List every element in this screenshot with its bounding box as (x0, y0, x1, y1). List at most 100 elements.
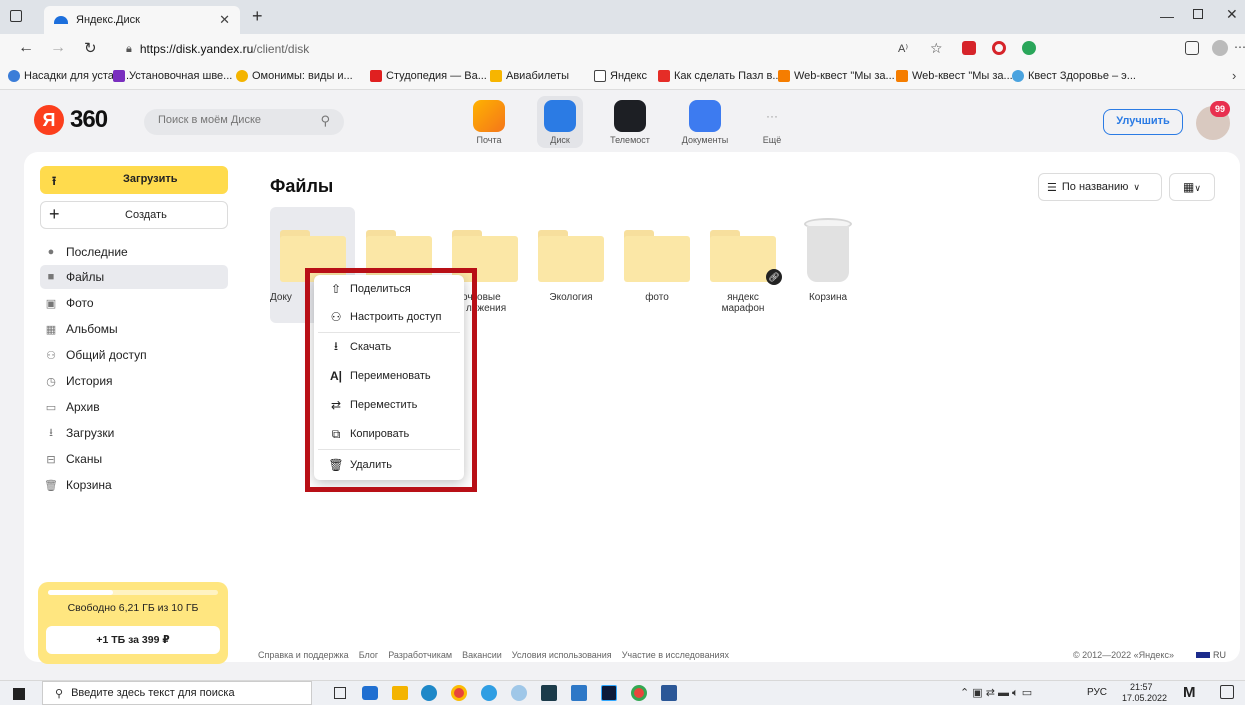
storage-text: Свободно 6,21 ГБ из 10 ГБ (67, 602, 199, 614)
language-switch[interactable]: RU (1196, 650, 1226, 660)
windows-start-icon[interactable] (13, 688, 25, 700)
blogger-icon (778, 70, 790, 82)
telegram-icon[interactable] (481, 685, 497, 701)
back-arrow-icon[interactable]: ← (18, 39, 34, 57)
upload-button[interactable]: ⭱ Загрузить (40, 166, 228, 194)
notifications-icon[interactable] (1220, 685, 1234, 699)
footer-link[interactable]: Вакансии (462, 650, 502, 660)
taskbar-search[interactable]: ⚲ Введите здесь текст для поиска (42, 681, 312, 705)
page-icon (594, 70, 606, 82)
favorite-star-icon[interactable]: ☆ (930, 40, 943, 57)
sidebar-item-files[interactable]: ■ Файлы (40, 265, 228, 289)
opera-extension-icon[interactable] (992, 41, 1006, 55)
bookmark-item[interactable]: Web-квест "Мы за... (896, 70, 1013, 82)
logo-360-text: 360 (70, 106, 108, 133)
chevron-down-icon: ∨ (1133, 181, 1140, 192)
file-explorer-icon[interactable] (392, 686, 408, 700)
chevron-down-icon: ∨ (1194, 183, 1201, 193)
sidebar-item-scans[interactable]: ⊟ Сканы (40, 447, 228, 471)
photos-icon[interactable] (571, 685, 587, 701)
reload-icon[interactable]: ↻ (84, 39, 97, 57)
sort-dropdown[interactable]: ☰ По названию ∨ (1038, 173, 1162, 201)
sun-icon (236, 70, 248, 82)
bookmark-item[interactable]: Студопедия — Ва... (370, 70, 487, 82)
sidebar-item-recent[interactable]: ● Последние (40, 240, 228, 264)
service-documents[interactable]: Документы (675, 100, 735, 145)
blogger-icon (896, 70, 908, 82)
terminal-icon[interactable] (541, 685, 557, 701)
upgrade-button[interactable]: Улучшить (1103, 109, 1183, 135)
disk-icon (544, 100, 576, 132)
bookmark-item[interactable]: Омонимы: виды и... (236, 70, 353, 82)
read-aloud-icon[interactable]: A⁾ (898, 42, 908, 55)
tab-actions-icon[interactable] (10, 10, 22, 22)
highlight-frame (305, 268, 477, 492)
paint-icon[interactable] (511, 685, 527, 701)
browser-tab[interactable]: Яндекс.Диск ✕ (44, 6, 240, 34)
collections-icon[interactable] (1185, 41, 1199, 55)
bookmarks-more-icon[interactable]: › (1232, 68, 1236, 83)
footer-link[interactable]: Разработчикам (388, 650, 452, 660)
sidebar-item-history[interactable]: ◷ История (40, 369, 228, 393)
extension-green-icon[interactable] (1022, 41, 1036, 55)
clock-date: 17.05.2022 (1122, 693, 1168, 703)
browser-tabbar: Яндекс.Диск ✕ + — ✕ (0, 0, 1245, 34)
system-tray-icons[interactable]: ⌃ ▣ ⇄ ▬ 🔈︎ ▭ (960, 686, 1032, 700)
offer-button[interactable]: +1 ТБ за 399 ₽ (46, 626, 220, 654)
address-field[interactable]: 🔒︎ https://disk.yandex.ru/client/disk (126, 38, 886, 60)
chrome-alt-icon[interactable] (631, 685, 647, 701)
keyboard-language[interactable]: РУС (1087, 687, 1107, 698)
bookmark-item[interactable]: Авиабилеты (490, 70, 569, 82)
view-mode-dropdown[interactable]: ▦∨ (1169, 173, 1215, 201)
taskbar-app-icon[interactable] (362, 686, 378, 700)
task-view-icon[interactable] (334, 687, 346, 699)
folder-ecology[interactable] (538, 230, 604, 282)
create-button[interactable]: + Создать (40, 201, 228, 229)
photo-icon: ▣ (45, 297, 57, 310)
sidebar-item-shared[interactable]: ⚇ Общий доступ (40, 343, 228, 367)
edge-icon[interactable] (421, 685, 437, 701)
service-telemost[interactable]: Телемост (605, 100, 655, 145)
bookmark-item[interactable]: Насадки для устан... (8, 70, 129, 82)
yandex-360-logo[interactable]: Я 360 (34, 105, 108, 135)
search-box[interactable]: ⚲ (144, 109, 344, 135)
word-icon[interactable] (661, 685, 677, 701)
footer-link[interactable]: Блог (359, 650, 378, 660)
sidebar-item-albums[interactable]: ▦ Альбомы (40, 317, 228, 341)
bookmark-item[interactable]: Установочная шве... (113, 70, 232, 82)
search-icon[interactable]: ⚲ (320, 113, 330, 129)
sort-icon: ☰ (1047, 181, 1057, 194)
close-window-icon[interactable]: ✕ (1226, 6, 1238, 23)
bookmark-item[interactable]: Как сделать Пазл в... (658, 70, 782, 82)
app-m-icon[interactable]: M (1183, 684, 1196, 701)
extension-red-icon[interactable] (962, 41, 976, 55)
minimize-icon[interactable]: — (1160, 8, 1174, 24)
profile-avatar-icon[interactable] (1212, 40, 1228, 56)
shared-icon: ⚇ (46, 349, 56, 362)
chrome-icon[interactable] (451, 685, 467, 701)
sidebar-item-photo[interactable]: ▣ Фото (40, 291, 228, 315)
footer-link[interactable]: Участие в исследованиях (622, 650, 729, 660)
restore-icon[interactable] (1193, 9, 1203, 19)
service-mail[interactable]: Почта (464, 100, 514, 145)
footer-link[interactable]: Справка и поддержка (258, 650, 349, 660)
search-input[interactable] (158, 114, 308, 126)
sidebar-item-downloads[interactable]: ⭳ Загрузки (40, 421, 228, 445)
service-disk[interactable]: Диск (535, 96, 585, 148)
forward-arrow-icon[interactable]: → (50, 39, 66, 57)
folder-photo[interactable] (624, 230, 690, 282)
more-menu-icon[interactable]: ⋯ (1234, 40, 1245, 54)
new-tab-button[interactable]: + (252, 6, 263, 27)
copyright: © 2012—2022 «Яндекс» (1073, 650, 1174, 660)
close-tab-icon[interactable]: ✕ (219, 12, 230, 28)
sidebar-item-archive[interactable]: ▭ Архив (40, 395, 228, 419)
footer-link[interactable]: Условия использования (512, 650, 612, 660)
bookmark-item[interactable]: Квест Здоровье – э... (1012, 70, 1136, 82)
bookmark-item[interactable]: Яндекс (594, 70, 647, 82)
trash-bin-icon[interactable] (804, 218, 852, 282)
photoshop-icon[interactable] (601, 685, 617, 701)
sidebar-item-trash[interactable]: 🗑︎ Корзина (40, 473, 228, 497)
url-host: https://disk.yandex.ru (139, 42, 254, 56)
service-more[interactable]: ··· Ещё (747, 100, 797, 145)
bookmark-item[interactable]: Web-квест "Мы за... (778, 70, 895, 82)
